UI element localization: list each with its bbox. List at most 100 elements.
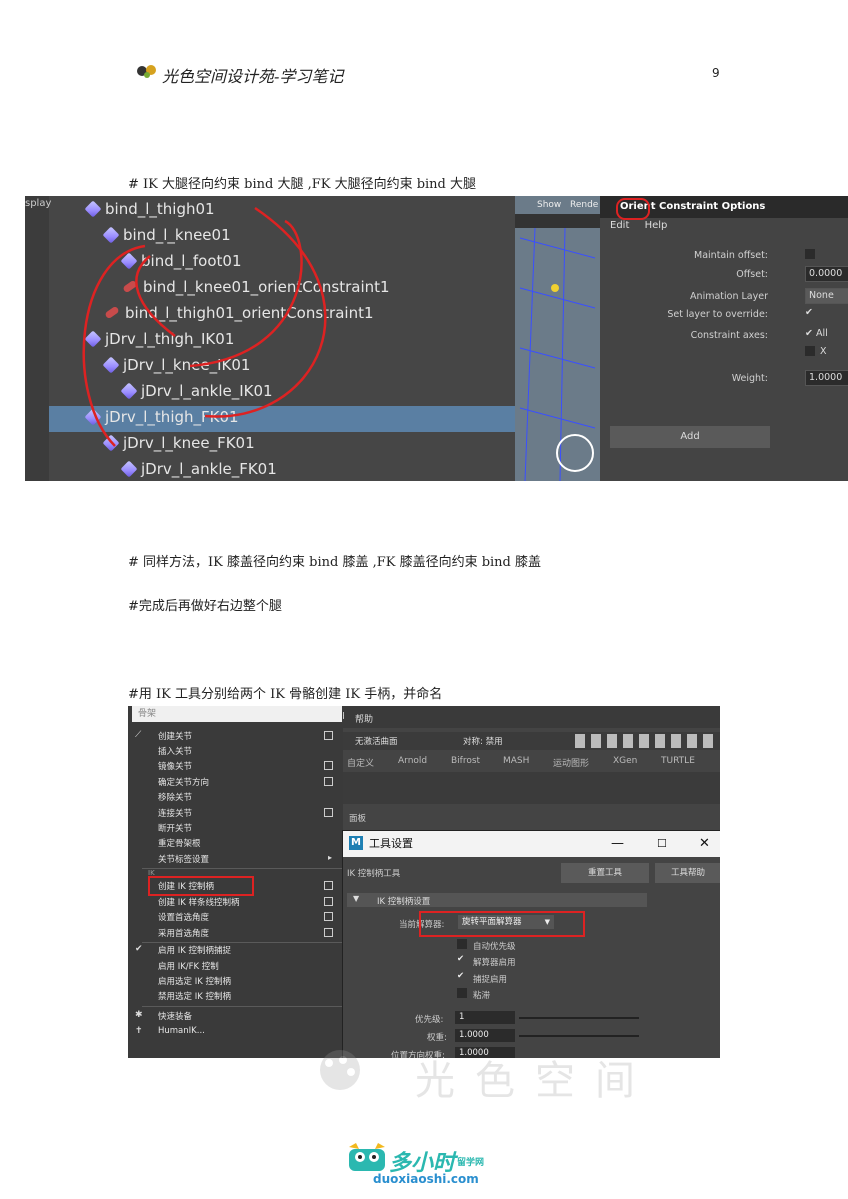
screenshot-ik-tool: d 帮助 无激活曲面 对称: 禁用 自定义 Arnold Bifrost MAS… (128, 706, 720, 1058)
shelf-tab[interactable]: 自定义 (347, 756, 374, 769)
menu-item[interactable]: HumanIK... (158, 1026, 205, 1036)
owl-logo-icon (349, 1143, 385, 1171)
skeleton-menu: 骨架 ⟋ 创建关节 插入关节 镜像关节 确定关节方向 移除关节 连接关节 断开关… (128, 706, 343, 1058)
add-button[interactable]: Add (610, 426, 770, 448)
symmetry-dropdown[interactable]: 对称: 禁用 (463, 735, 503, 747)
menu-item[interactable]: 禁用选定 IK 控制柄 (158, 990, 231, 1002)
menu-item[interactable]: 关节标签设置 (158, 853, 209, 865)
menu-item[interactable]: 连接关节 (158, 807, 192, 819)
reset-tool-button[interactable]: 重置工具 (561, 863, 649, 883)
curve-dropdown[interactable]: 无激活曲面 (355, 735, 398, 747)
menu-item[interactable]: 启用选定 IK 控制柄 (158, 975, 231, 987)
menu-item[interactable]: 重定骨架根 (158, 837, 201, 849)
red-highlight (419, 911, 585, 937)
maximize-icon[interactable]: ☐ (657, 831, 667, 857)
minimize-icon[interactable]: — (611, 831, 624, 857)
viewport-render-menu[interactable]: Rende (570, 200, 598, 210)
menu-item[interactable]: 启用 IK/FK 控制 (158, 960, 219, 972)
watermark: 光色空间 (305, 1048, 725, 1104)
quick-rig-icon: ✱ (135, 1010, 143, 1020)
snap-enable-check-icon[interactable]: ✔ (457, 971, 464, 981)
watermark-palette-icon (320, 1050, 360, 1090)
brand-url: duoxiaoshi.com (373, 1172, 479, 1186)
watermark-text: 光色空间 (415, 1058, 655, 1104)
weight-field[interactable]: 1.0000 (455, 1029, 515, 1042)
priority-slider[interactable] (519, 1017, 639, 1019)
viewport-show-menu[interactable]: Show (537, 200, 561, 210)
set-layer-check-icon[interactable]: ✔ (805, 307, 813, 318)
shelf-tab[interactable]: Arnold (398, 756, 427, 766)
tool-settings-title: M 工具设置 — ☐ ✕ (343, 831, 720, 857)
solver-enable-check-icon[interactable]: ✔ (457, 954, 464, 964)
check-icon: ✔ (135, 944, 143, 954)
tool-settings-window: M 工具设置 — ☐ ✕ IK 控制柄工具 重置工具 工具帮助 ▼ IK 控制柄… (342, 830, 720, 1058)
menu-item[interactable]: 创建关节 (158, 730, 192, 742)
weight-slider[interactable] (519, 1035, 639, 1037)
collapse-arrow-icon: ▼ (353, 894, 360, 903)
option-box[interactable] (324, 761, 333, 770)
axis-x-checkbox[interactable] (805, 346, 815, 356)
maintain-offset-checkbox[interactable] (805, 249, 815, 259)
page-number: 9 (712, 66, 720, 80)
offset-field[interactable]: 0.0000 (805, 266, 848, 282)
option-box[interactable] (324, 897, 333, 906)
menu-item[interactable]: 断开关节 (158, 822, 192, 834)
shelf-tab[interactable]: Bifrost (451, 756, 480, 766)
auto-priority-checkbox[interactable] (457, 939, 467, 949)
option-box[interactable] (324, 777, 333, 786)
animation-layer-dropdown[interactable]: None (805, 288, 848, 304)
menu-item[interactable]: 移除关节 (158, 791, 192, 803)
footer-logo: 多小时 留学网 duoxiaoshi.com (347, 1141, 502, 1187)
menu-item[interactable]: 设置首选角度 (158, 911, 209, 923)
tool-help-button[interactable]: 工具帮助 (655, 863, 720, 883)
menu-item[interactable]: 创建 IK 样条线控制柄 (158, 896, 240, 908)
submenu-arrow-icon: ▸ (328, 853, 333, 862)
menu-item[interactable]: 采用首选角度 (158, 927, 209, 939)
display-menu-label: splay (25, 198, 52, 209)
offset-label: Offset: (736, 269, 768, 280)
maintain-offset-label: Maintain offset: (694, 250, 768, 261)
close-icon[interactable]: ✕ (699, 831, 710, 857)
priority-field[interactable]: 1 (455, 1011, 515, 1024)
rig-preview (519, 228, 596, 481)
menu-help[interactable]: 帮助 (355, 712, 373, 725)
menu-item[interactable]: 快速装备 (158, 1010, 192, 1022)
animation-layer-label: Animation Layer (690, 291, 768, 302)
weight-label: 权重: (427, 1033, 447, 1043)
menu-item[interactable]: 启用 IK 控制柄捕捉 (158, 944, 231, 956)
menu-item[interactable]: 确定关节方向 (158, 776, 209, 788)
option-box[interactable] (324, 881, 333, 890)
viewport-3d[interactable]: Show Rende (515, 196, 600, 481)
shelf-tab[interactable]: TURTLE (661, 756, 695, 766)
panel-label[interactable]: 面板 (349, 812, 366, 824)
menu-search-input[interactable]: 骨架 (132, 706, 342, 722)
maya-logo-icon: M (349, 836, 363, 850)
weight-field[interactable]: 1.0000 (805, 370, 848, 386)
option-box[interactable] (324, 928, 333, 937)
priority-label: 优先级: (415, 1015, 444, 1025)
menu-help[interactable]: Help (645, 220, 668, 231)
menu-edit[interactable]: Edit (610, 220, 629, 231)
menu-item[interactable]: 插入关节 (158, 745, 192, 757)
menu-item[interactable]: 镜像关节 (158, 760, 192, 772)
viewport-toolbar (515, 214, 600, 228)
sticky-checkbox[interactable] (457, 988, 467, 998)
orient-constraint-dialog: Orient Constraint Options Edit Help Main… (600, 196, 848, 481)
section-header[interactable]: ▼ IK 控制柄设置 (347, 893, 647, 907)
shelf-tab[interactable]: 运动图形 (553, 756, 589, 769)
option-box[interactable] (324, 808, 333, 817)
paragraph-2: # 同样方法，IK 膝盖径向约束 bind 膝盖 ,FK 膝盖径向约束 bind… (128, 555, 542, 570)
sticky-label: 粘滞 (473, 991, 491, 1001)
red-highlight (148, 876, 254, 896)
option-box[interactable] (324, 731, 333, 740)
header-title: 光色空间设计苑-学习笔记 (162, 67, 344, 86)
snap-enable-label: 捕捉启用 (473, 975, 508, 985)
humanik-icon: ✝ (135, 1026, 143, 1036)
option-box[interactable] (324, 912, 333, 921)
shelf-tab[interactable]: XGen (613, 756, 637, 766)
brand-tag: 留学网 (457, 1158, 485, 1168)
axis-all-checkbox[interactable]: ✔ All (805, 328, 828, 339)
screenshot-outliner: splay bind_l_thigh01 bind_l_knee01 bind_… (25, 196, 848, 481)
shelf-tab[interactable]: MASH (503, 756, 529, 766)
status-toolbar-icons[interactable] (575, 734, 715, 748)
